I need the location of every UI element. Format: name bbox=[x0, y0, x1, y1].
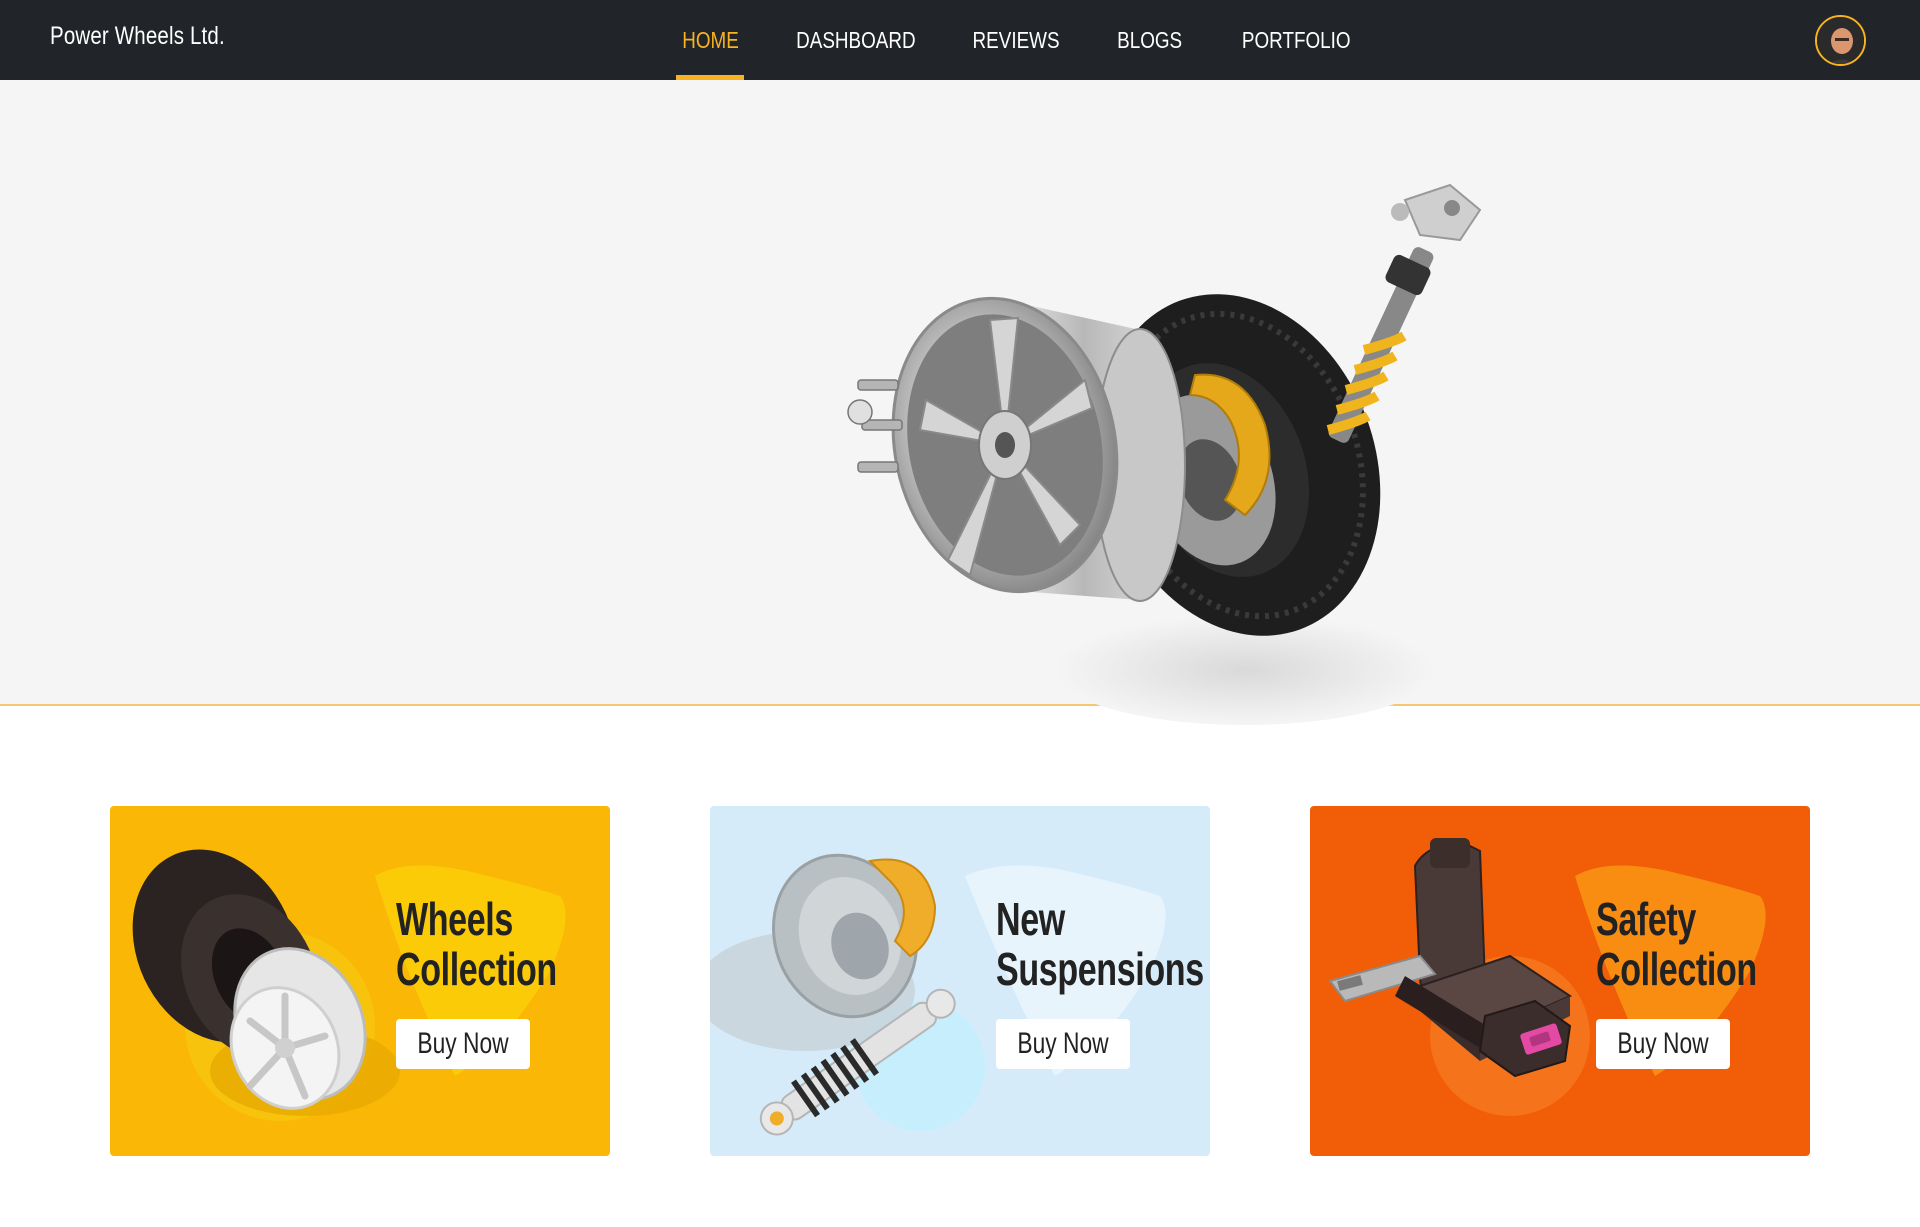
buy-now-button[interactable]: Buy Now bbox=[1596, 1019, 1730, 1069]
nav-item-portfolio[interactable]: PORTFOLIO bbox=[1242, 0, 1351, 80]
nav-item-reviews[interactable]: REVIEWS bbox=[972, 0, 1060, 80]
card-title: New Suspensions bbox=[996, 893, 1204, 995]
new-suspensions-card[interactable]: New Suspensions Buy Now bbox=[710, 806, 1210, 1156]
buy-now-button[interactable]: Buy Now bbox=[396, 1019, 530, 1069]
top-navbar: Power Wheels Ltd. HOME DASHBOARD REVIEWS… bbox=[0, 0, 1920, 80]
nav-item-blogs[interactable]: BLOGS bbox=[1116, 0, 1184, 80]
buy-now-button[interactable]: Buy Now bbox=[996, 1019, 1130, 1069]
wheels-collection-card[interactable]: Wheels Collection Buy Now bbox=[110, 806, 610, 1156]
main-nav: HOME DASHBOARD REVIEWS BLOGS PORTFOLIO bbox=[0, 0, 1920, 80]
nav-item-home[interactable]: HOME bbox=[676, 0, 744, 80]
card-title: Safety Collection bbox=[1596, 893, 1757, 995]
safety-collection-card[interactable]: Safety Collection Buy Now bbox=[1310, 806, 1810, 1156]
nav-item-dashboard[interactable]: DASHBOARD bbox=[796, 0, 916, 80]
user-avatar[interactable] bbox=[1815, 15, 1866, 66]
card-title: Wheels Collection bbox=[396, 893, 557, 995]
hero-banner bbox=[0, 80, 1920, 725]
wheel-assembly-icon bbox=[847, 183, 1482, 725]
